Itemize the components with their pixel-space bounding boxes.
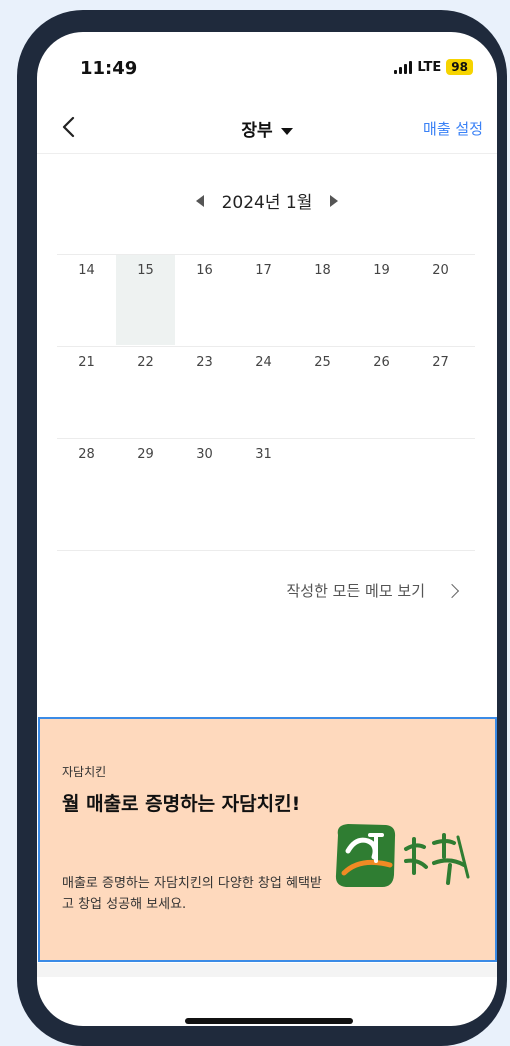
- month-selector: 2024년 1월: [37, 188, 497, 213]
- calendar-day[interactable]: 27: [411, 347, 470, 437]
- network-label: LTE: [417, 59, 442, 75]
- calendar-day[interactable]: 25: [293, 347, 352, 437]
- calendar-day[interactable]: 29: [116, 439, 175, 529]
- all-memos-label: 작성한 모든 메모 보기: [286, 582, 425, 600]
- ad-headline: 월 매출로 증명하는 자담치킨!: [62, 793, 301, 815]
- home-indicator: [185, 1018, 353, 1024]
- triangle-left-icon[interactable]: [195, 194, 204, 207]
- nav-divider: [37, 153, 497, 154]
- brand-logo: [335, 824, 470, 887]
- calendar-divider: [57, 550, 475, 551]
- status-indicators: LTE 98: [394, 59, 473, 75]
- caret-down-icon: [280, 127, 293, 135]
- battery-badge: 98: [446, 59, 473, 75]
- sales-settings-button[interactable]: 매출 설정: [423, 118, 483, 139]
- calendar-day[interactable]: 18: [293, 255, 352, 345]
- all-memos-link[interactable]: 작성한 모든 메모 보기: [286, 580, 460, 601]
- calendar-week: 21 22 23 24 25 26 27: [57, 346, 475, 438]
- calendar-day[interactable]: 17: [234, 255, 293, 345]
- ad-brand: 자담치킨: [62, 765, 107, 779]
- calendar-week: 28 29 30 31: [57, 438, 475, 530]
- calendar-day[interactable]: 21: [57, 347, 116, 437]
- calendar-day[interactable]: 30: [175, 439, 234, 529]
- month-label: 2024년 1월: [221, 193, 313, 213]
- calendar-day-today[interactable]: 15: [116, 255, 175, 345]
- calendar-day[interactable]: 20: [411, 255, 470, 345]
- calendar-day[interactable]: 24: [234, 347, 293, 437]
- calendar-day[interactable]: 31: [234, 439, 293, 529]
- ad-description: 매출로 증명하는 자담치킨의 다양한 창업 혜택받고 창업 성공해 보세요.: [62, 876, 322, 913]
- calendar-day[interactable]: 23: [175, 347, 234, 437]
- chevron-right-icon: [444, 583, 460, 598]
- calendar-day[interactable]: 16: [175, 255, 234, 345]
- screen: 11:49 LTE 98 장부 매출 설정 2024년 1월 14 15 16: [37, 32, 497, 1026]
- ad-footer-spacer: [37, 963, 497, 977]
- triangle-right-icon[interactable]: [330, 194, 339, 207]
- page-title: 장부: [241, 121, 273, 141]
- calendar-day[interactable]: 26: [352, 347, 411, 437]
- calendar-day[interactable]: 28: [57, 439, 116, 529]
- ad-banner[interactable]: 자담치킨 월 매출로 증명하는 자담치킨! 매출로 증명하는 자담치킨의 다양한…: [38, 717, 497, 962]
- calendar-day[interactable]: 14: [57, 255, 116, 345]
- signal-icon: [394, 60, 413, 74]
- nav-bar: 장부 매출 설정: [37, 106, 497, 152]
- calendar-grid: 14 15 16 17 18 19 20 21 22 23 24 25 26 2…: [57, 254, 475, 530]
- calendar-day[interactable]: 19: [352, 255, 411, 345]
- calendar-day[interactable]: 22: [116, 347, 175, 437]
- status-time: 11:49: [80, 58, 138, 79]
- calendar-week: 14 15 16 17 18 19 20: [57, 254, 475, 346]
